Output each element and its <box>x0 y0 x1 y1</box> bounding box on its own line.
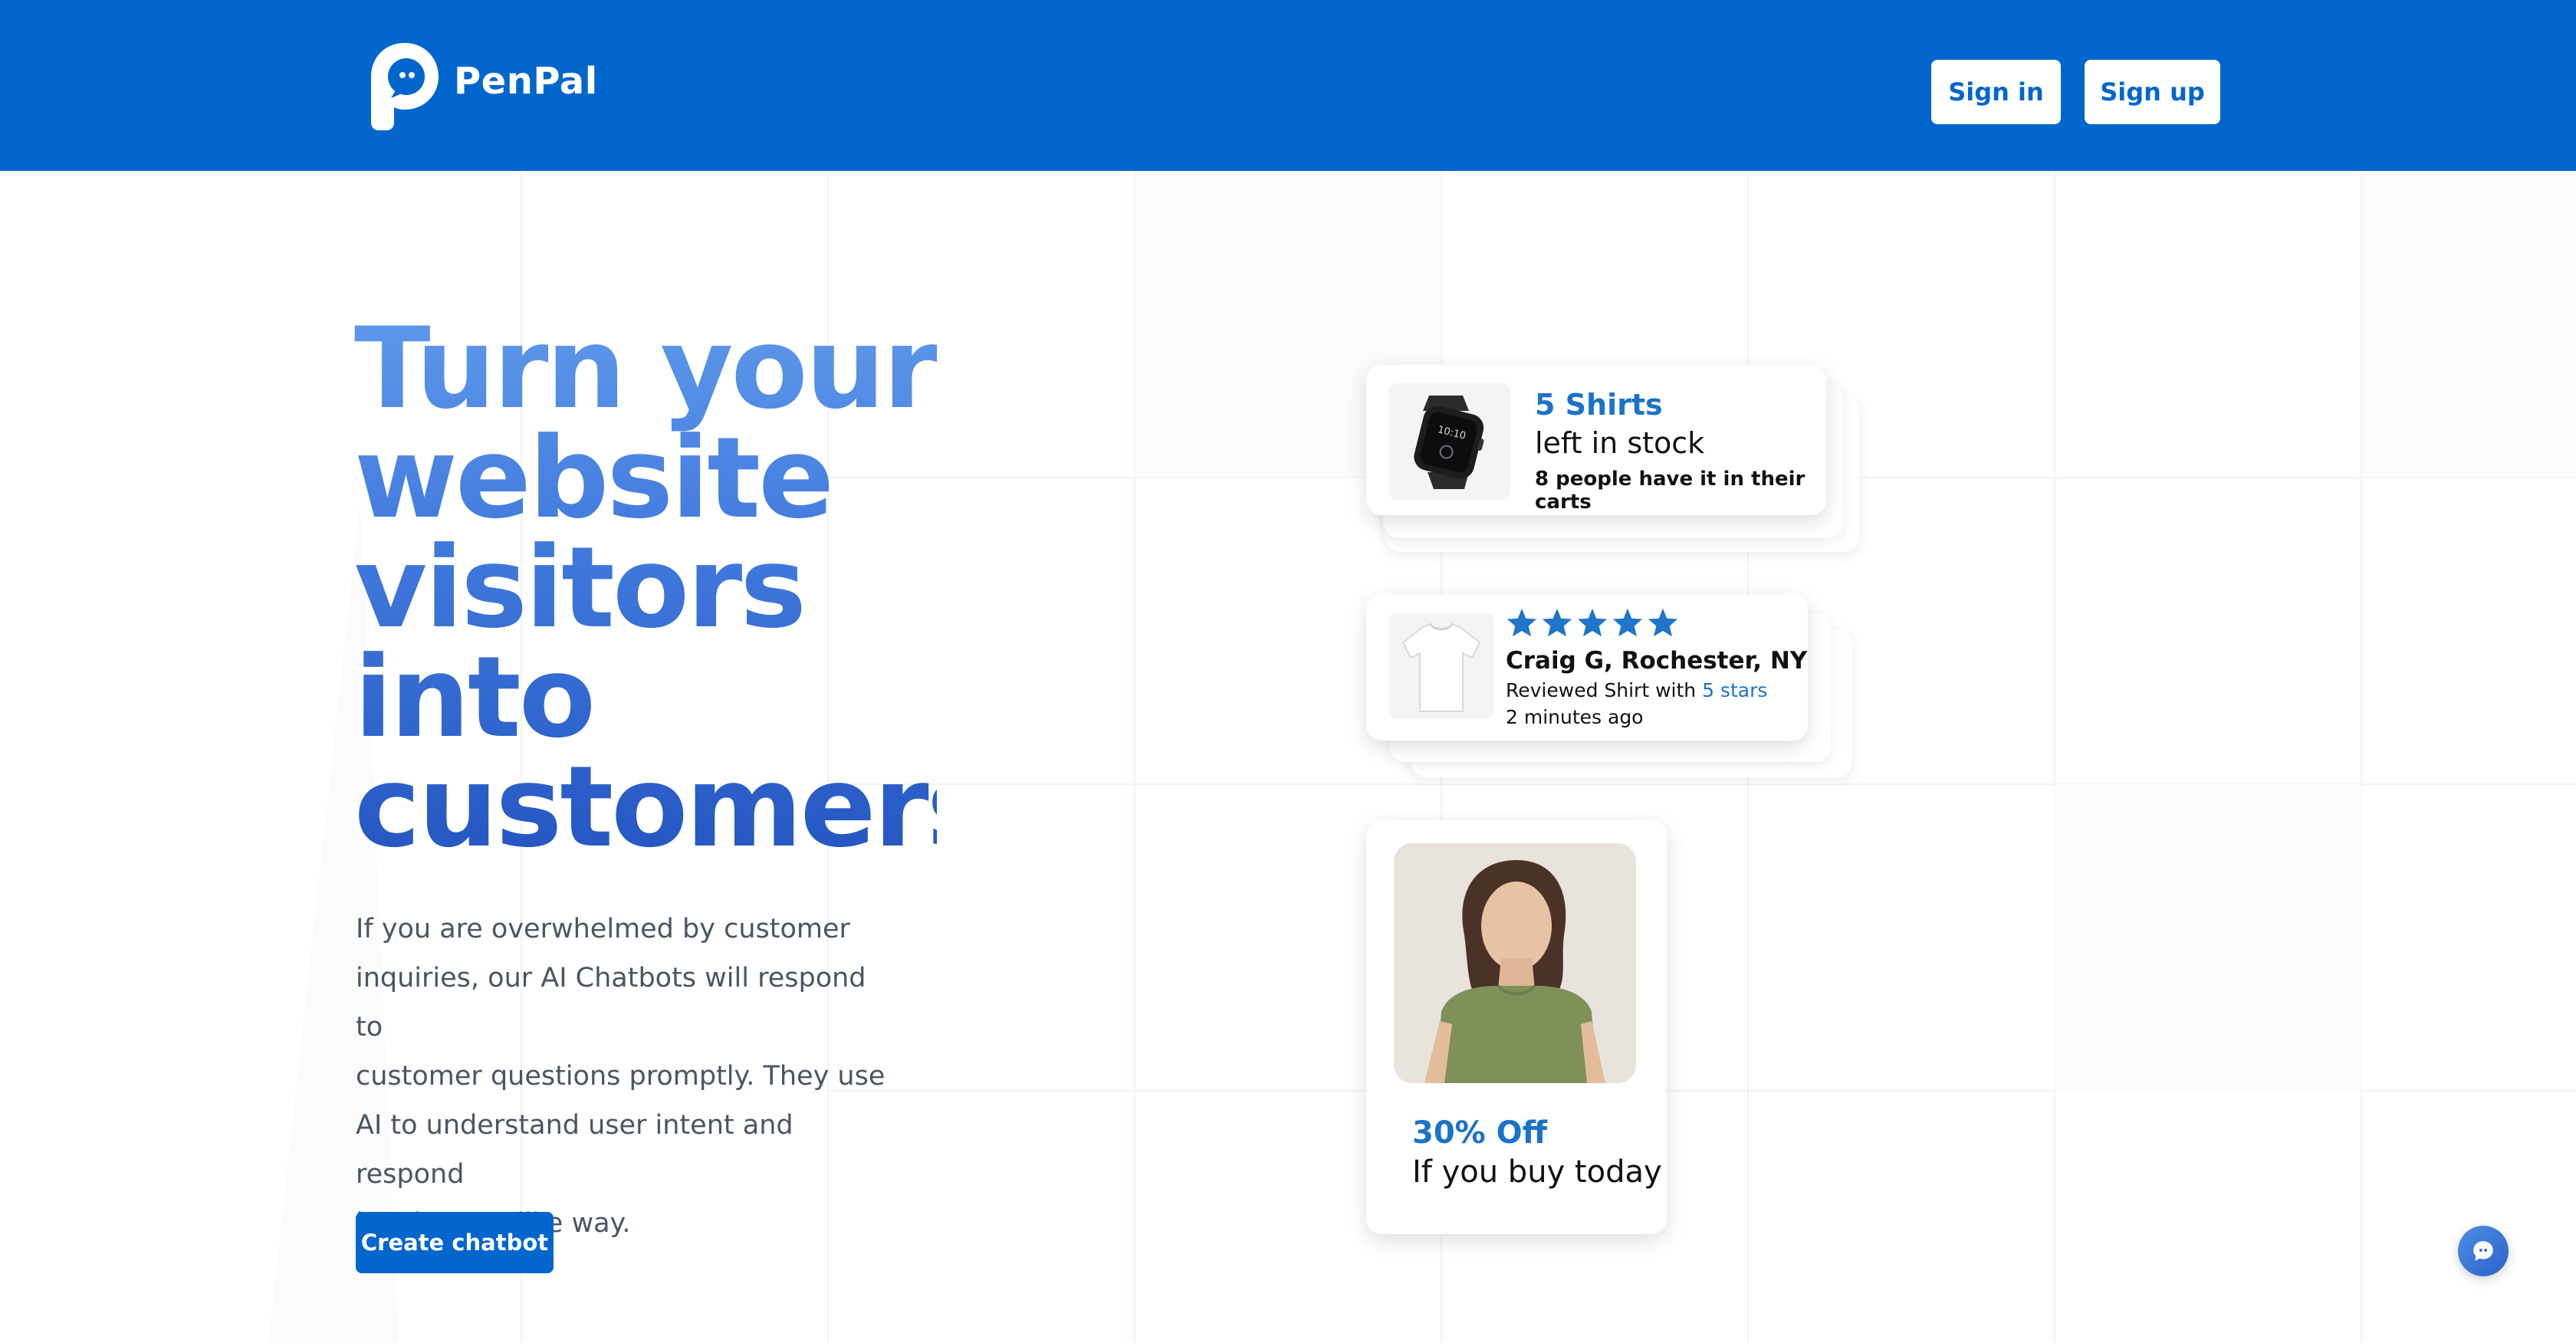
hero-description: If you are overwhelmed by customer inqui… <box>356 905 892 1248</box>
chat-bubble-icon <box>2473 1241 2493 1261</box>
model-photo-image <box>1394 843 1636 1083</box>
model-photo <box>1394 843 1636 1083</box>
stock-card: 10:10 5 Shirts left in stock 8 people ha… <box>1366 365 1826 515</box>
tshirt-icon <box>1401 622 1481 712</box>
review-time: 2 minutes ago <box>1506 706 1644 728</box>
sign-in-button[interactable]: Sign in <box>1931 60 2061 124</box>
description-line: customer questions promptly. They use <box>356 1061 886 1092</box>
star-icon <box>1577 608 1608 637</box>
rating-stars <box>1506 607 1679 638</box>
brand-name: PenPal <box>454 60 598 103</box>
description-line: If you are overwhelmed by customer <box>356 914 850 944</box>
penpal-logo-icon <box>371 43 439 130</box>
review-prefix: Reviewed Shirt with <box>1506 679 1697 701</box>
reviewer-name: Craig G, Rochester, NY <box>1506 647 1808 675</box>
star-icon <box>1612 608 1643 637</box>
star-icon <box>1542 608 1572 637</box>
brand-logo[interactable]: PenPal <box>366 40 673 133</box>
description-line: inquiries, our AI Chatbots will respond … <box>356 963 866 1043</box>
review-stars-text: 5 stars <box>1702 679 1768 701</box>
smartwatch-icon: 10:10 <box>1414 396 1484 489</box>
product-thumbnail <box>1389 613 1493 719</box>
stock-count: 5 Shirts <box>1535 388 1663 422</box>
star-icon <box>1506 608 1537 637</box>
discount-text: 30% Off <box>1412 1115 1548 1151</box>
hero-title-line: customers <box>354 742 991 872</box>
stock-subtitle: left in stock <box>1535 426 1705 460</box>
discount-condition: If you buy today <box>1412 1154 1662 1190</box>
chat-widget-button[interactable] <box>2458 1226 2509 1276</box>
description-line: AI to understand user intent and respond <box>356 1110 794 1190</box>
review-summary: Reviewed Shirt with 5 stars <box>1506 679 1767 701</box>
review-card: Craig G, Rochester, NY Reviewed Shirt wi… <box>1366 595 1808 740</box>
create-chatbot-button[interactable]: Create chatbot <box>356 1212 554 1273</box>
sign-up-button[interactable]: Sign up <box>2085 60 2220 124</box>
product-thumbnail: 10:10 <box>1389 383 1510 500</box>
promo-card: 30% Off If you buy today <box>1366 820 1667 1234</box>
star-icon <box>1648 608 1678 637</box>
hero-title: Turn your website visitors into customer… <box>354 314 937 862</box>
carts-count-text: 8 people have it in their carts <box>1535 468 1806 514</box>
top-navbar: PenPal Sign in Sign up <box>0 0 2576 171</box>
